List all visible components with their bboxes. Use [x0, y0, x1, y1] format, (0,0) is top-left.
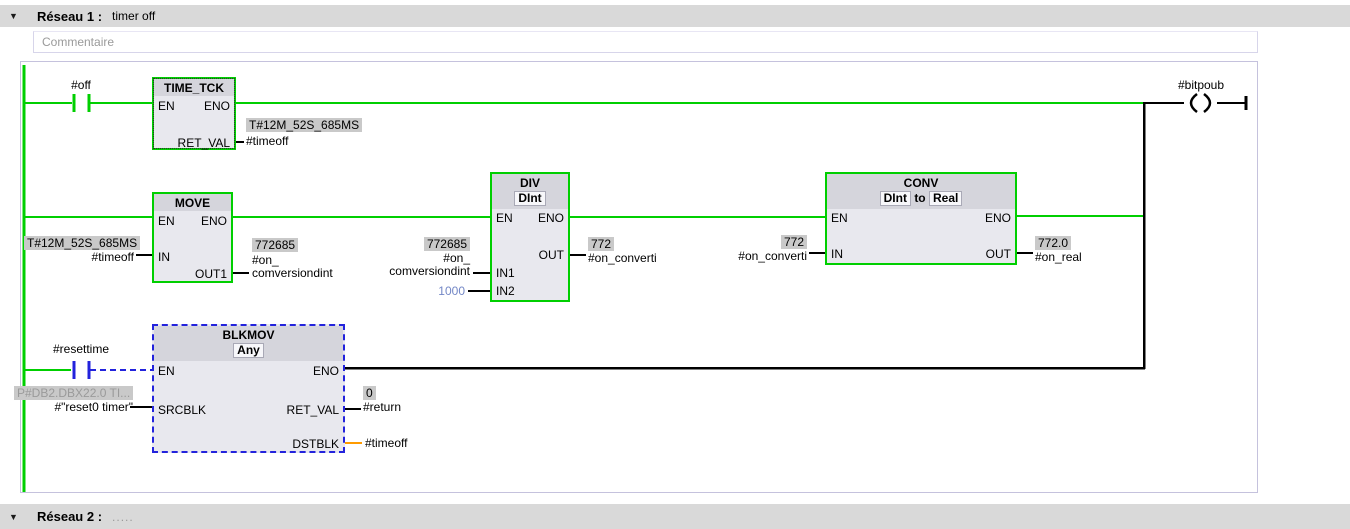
move-out1-monitor: 772685	[252, 238, 299, 252]
pin-eno[interactable]: ENO	[313, 364, 339, 378]
datatype-badge[interactable]: DInt	[514, 191, 546, 206]
pin-en[interactable]: EN	[496, 211, 513, 225]
pin-en[interactable]: EN	[831, 211, 848, 225]
conv-out-monitor: 772.0	[1035, 236, 1072, 250]
time-tck-ret-val-monitor: T#12M_52S_685MS	[246, 118, 363, 132]
pin-eno[interactable]: ENO	[985, 211, 1011, 225]
pin-srcblk[interactable]: SRCBLK	[158, 403, 206, 417]
pin-ret-val[interactable]: RET_VAL	[178, 136, 230, 150]
block-time-tck-title: TIME_TCK	[154, 79, 234, 96]
datatype-badge[interactable]: Any	[233, 343, 264, 358]
block-conv-subtype[interactable]: DInt to Real	[827, 191, 1015, 209]
block-div[interactable]: DIV DInt EN ENO OUT IN1 IN2	[490, 172, 570, 302]
div-in2-constant[interactable]: 1000	[400, 284, 465, 298]
contact-off-symbol[interactable]	[72, 94, 91, 112]
lad-editor: ▼ Réseau 1 : timer off Commentaire TIME_…	[0, 0, 1350, 529]
pin-out1[interactable]: OUT1	[195, 267, 227, 281]
block-div-title: DIV	[492, 174, 568, 191]
pin-out[interactable]: OUT	[539, 248, 564, 262]
collapse-triangle-icon[interactable]: ▼	[9, 512, 23, 522]
pin-in2[interactable]: IN2	[496, 284, 515, 298]
datatype-to-word: to	[914, 191, 926, 205]
pin-en[interactable]: EN	[158, 364, 175, 378]
block-blkmov-subtype[interactable]: Any	[154, 343, 343, 361]
move-in-operand[interactable]: #timeoff	[24, 250, 134, 264]
blkmov-ret-val-monitor: 0	[363, 386, 376, 400]
output-bus	[1142, 96, 1248, 369]
blkmov-dstblk-operand[interactable]: #timeoff	[365, 436, 407, 450]
block-move-title: MOVE	[154, 194, 231, 211]
network2-title: Réseau 2 :	[37, 509, 103, 524]
block-conv[interactable]: CONV DInt to Real EN ENO IN OUT	[825, 172, 1017, 265]
block-time-tck[interactable]: TIME_TCK EN ENO RET_VAL	[152, 77, 236, 150]
pin-in[interactable]: IN	[158, 250, 170, 264]
blkmov-srcblk-operand[interactable]: #"reset0 timer"	[14, 400, 133, 414]
div-in1-monitor: 772685	[360, 237, 470, 251]
div-in1-operand-line2[interactable]: comversiondint	[360, 264, 470, 278]
block-move[interactable]: MOVE EN ENO IN OUT1	[152, 192, 233, 283]
blkmov-srcblk-monitor: P#DB2.DBX22.0 TI...	[14, 386, 134, 400]
datatype-from-badge[interactable]: DInt	[879, 191, 911, 206]
conv-in-monitor: 772	[700, 235, 807, 249]
contact-resettime-operand[interactable]: #resettime	[31, 342, 131, 356]
pin-dstblk[interactable]: DSTBLK	[292, 437, 339, 451]
pin-in1[interactable]: IN1	[496, 266, 515, 280]
block-blkmov-title: BLKMOV	[154, 326, 343, 343]
contact-off-operand[interactable]: #off	[51, 78, 111, 92]
blkmov-ret-val-operand[interactable]: #return	[363, 400, 401, 414]
contact-resettime-symbol[interactable]	[72, 361, 91, 379]
pin-eno[interactable]: ENO	[538, 211, 564, 225]
div-out-operand[interactable]: #on_converti	[588, 251, 657, 265]
network2-header[interactable]: ▼ Réseau 2 : .....	[0, 504, 1350, 529]
time-tck-ret-val-operand[interactable]: #timeoff	[246, 134, 288, 148]
move-out1-operand-line1[interactable]: #on_	[252, 253, 279, 267]
pin-eno[interactable]: ENO	[204, 99, 230, 113]
block-div-subtype[interactable]: DInt	[492, 191, 568, 209]
coil-bitpoub-symbol[interactable]	[1189, 93, 1212, 113]
coil-bitpoub-operand[interactable]: #bitpoub	[1151, 78, 1251, 92]
pin-en[interactable]: EN	[158, 214, 175, 228]
pin-eno[interactable]: ENO	[201, 214, 227, 228]
block-blkmov[interactable]: BLKMOV Any EN ENO SRCBLK RET_VAL DSTBLK	[152, 324, 345, 453]
move-out1-operand-line2[interactable]: comversiondint	[252, 266, 333, 280]
pin-out[interactable]: OUT	[986, 247, 1011, 261]
datatype-to-badge[interactable]: Real	[928, 191, 963, 206]
conv-out-operand[interactable]: #on_real	[1035, 250, 1082, 264]
pin-en[interactable]: EN	[158, 99, 175, 113]
pin-in[interactable]: IN	[831, 247, 843, 261]
pin-ret-val[interactable]: RET_VAL	[287, 403, 339, 417]
network2-subtitle[interactable]: .....	[112, 510, 134, 524]
div-out-monitor: 772	[588, 237, 615, 251]
conv-in-operand[interactable]: #on_converti	[700, 249, 807, 263]
block-conv-title: CONV	[827, 174, 1015, 191]
move-in-monitor: T#12M_52S_685MS	[24, 236, 141, 250]
div-in1-operand-line1[interactable]: #on_	[360, 251, 470, 265]
